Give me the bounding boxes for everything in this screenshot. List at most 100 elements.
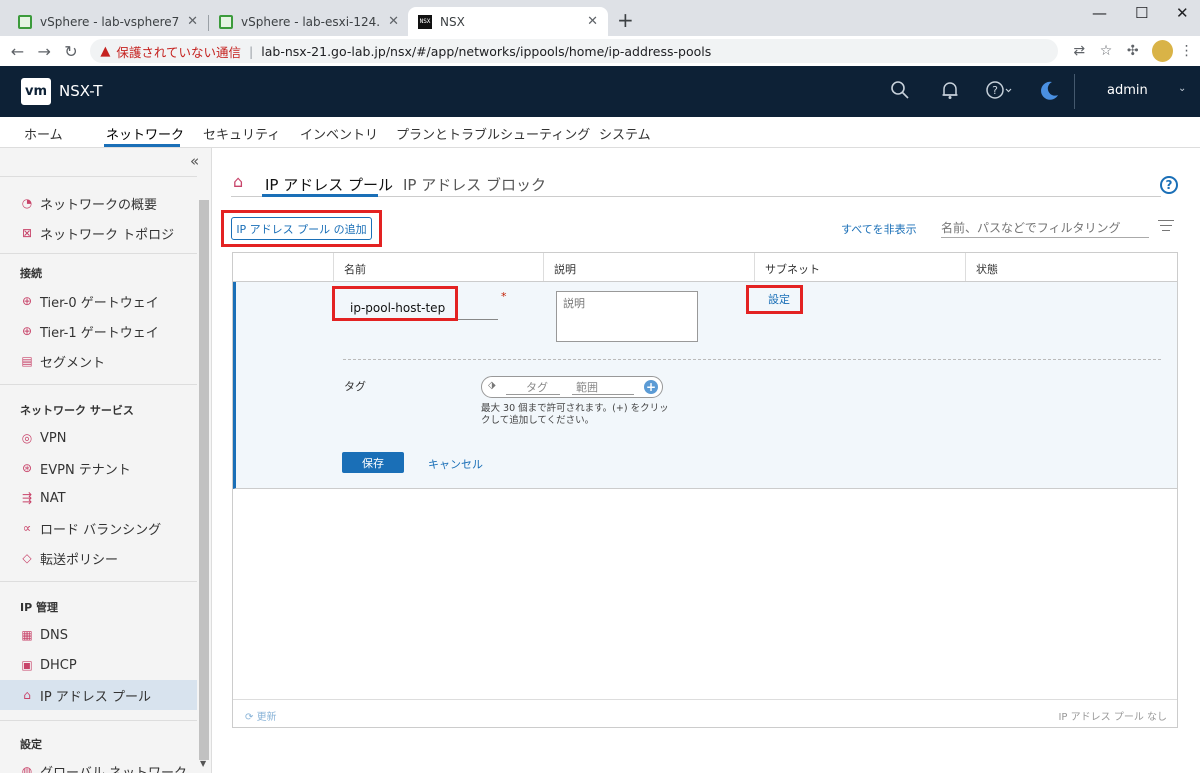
collapse-sidebar-icon[interactable]: « — [190, 152, 199, 170]
sidebar-item-label: Tier-0 ゲートウェイ — [40, 295, 159, 311]
bell-icon[interactable] — [940, 80, 960, 105]
sidebar-divider — [0, 384, 197, 385]
nav-plan-troubleshoot[interactable]: プランとトラブルシューティング — [396, 124, 590, 143]
tag-help-text: 最大 30 個まで許可されます。(+) をクリックして追加してください。 — [481, 403, 669, 426]
search-icon[interactable] — [890, 80, 910, 105]
help-circle-icon[interactable]: ? — [1160, 176, 1178, 194]
sidebar-item-forwarding-policy[interactable]: ◇ 転送ポリシー — [0, 543, 197, 573]
nav-security[interactable]: セキュリティ — [203, 124, 280, 143]
close-icon[interactable]: ✕ — [187, 14, 198, 29]
close-icon[interactable]: ✕ — [388, 14, 399, 29]
save-button[interactable]: 保存 — [342, 452, 404, 473]
refresh-label: 更新 — [256, 712, 277, 723]
sidebar-item-network-overview[interactable]: ◔ ネットワークの概要 — [0, 188, 197, 218]
ip-pool-icon: ⌂ — [23, 688, 31, 702]
sidebar-divider — [0, 176, 197, 177]
dark-mode-moon-icon[interactable] — [1038, 80, 1060, 107]
nsx-favicon-icon: NSX — [418, 14, 432, 29]
highlight-box — [746, 285, 803, 314]
user-menu[interactable]: admin — [1107, 83, 1148, 98]
sidebar-item-global-networking[interactable]: ◍ グローバル ネットワーク — [0, 756, 197, 773]
nav-networking[interactable]: ネットワーク — [106, 124, 184, 143]
chevron-down-icon[interactable]: ⌄ — [1178, 83, 1186, 94]
sidebar-item-load-balancing[interactable]: ∝ ロード バランシング — [0, 513, 197, 543]
sidebar-item-tier0-gateway[interactable]: ⊕ Tier-0 ゲートウェイ — [0, 286, 197, 316]
column-separator — [333, 253, 334, 281]
cancel-button[interactable]: キャンセル — [428, 456, 483, 472]
nav-system[interactable]: システム — [599, 124, 651, 143]
browser-tab-title: vSphere - lab-vsphere70-02-nsxt — [40, 14, 180, 29]
tag-input[interactable]: タグ — [506, 379, 560, 395]
sidebar-item-evpn-tenant[interactable]: ⊛ EVPN テナント — [0, 453, 197, 483]
close-icon[interactable]: ✕ — [587, 14, 598, 29]
sidebar-section-ip-management: IP 管理 — [20, 601, 58, 614]
gateway-icon: ⊕ — [21, 324, 33, 338]
nav-inventory[interactable]: インベントリ — [300, 124, 378, 143]
tag-input-group: ⬗ タグ 範囲 + — [481, 376, 663, 398]
filter-input[interactable] — [941, 218, 1149, 238]
sidebar-section-network-services: ネットワーク サービス — [20, 404, 134, 417]
minimize-button[interactable]: — — [1092, 4, 1107, 22]
column-header-status[interactable]: 状態 — [976, 261, 998, 277]
column-header-name[interactable]: 名前 — [344, 261, 366, 277]
sidebar-scrollbar[interactable] — [199, 200, 209, 760]
security-indicator[interactable]: 保護されていない通信 — [116, 42, 241, 61]
vmware-logo: vm — [21, 78, 51, 105]
extensions-icon[interactable]: ✣ — [1119, 43, 1146, 59]
translate-icon[interactable]: ⇄ — [1066, 43, 1093, 59]
sidebar-item-segments[interactable]: ▤ セグメント — [0, 346, 197, 376]
svg-text:?: ? — [992, 84, 998, 97]
dns-icon: ▦ — [21, 628, 33, 642]
dhcp-icon: ▣ — [21, 658, 33, 672]
menu-kebab-icon[interactable]: ⋮ — [1173, 43, 1200, 59]
column-separator — [965, 253, 966, 281]
tab-ip-address-pools[interactable]: IP アドレス プール — [265, 174, 393, 195]
browser-tab-title: vSphere - lab-esxi-124.go-lab.jp — [241, 14, 381, 29]
refresh-button[interactable]: ⟳ 更新 — [245, 708, 277, 723]
browser-tab-vsphere-2[interactable]: vSphere - lab-esxi-124.go-lab.jp ✕ — [209, 7, 409, 36]
vsphere-favicon-icon — [219, 14, 233, 29]
address-bar[interactable]: ▲ 保護されていない通信 | lab-nsx-21.go-lab.jp/nsx/… — [90, 39, 1058, 63]
profile-avatar[interactable] — [1152, 40, 1174, 62]
sidebar-item-label: DNS — [40, 627, 68, 643]
browser-tab-title: NSX — [440, 14, 465, 29]
description-input[interactable] — [556, 291, 698, 342]
sidebar-item-network-topology[interactable]: ⊠ ネットワーク トポロジ — [0, 218, 197, 248]
help-icon[interactable]: ? — [986, 80, 1014, 105]
nav-home[interactable]: ホーム — [24, 124, 63, 143]
browser-tab-strip: vSphere - lab-vsphere70-02-nsxt ✕ vSpher… — [0, 0, 1200, 36]
globe-icon: ◍ — [21, 764, 33, 773]
tab-ip-address-blocks[interactable]: IP アドレス ブロック — [403, 174, 546, 195]
new-tab-button[interactable]: + — [617, 10, 634, 30]
browser-tab-nsx[interactable]: NSX NSX ✕ — [408, 7, 608, 36]
topology-icon: ⊠ — [21, 226, 33, 240]
sidebar-item-vpn[interactable]: ◎ VPN — [0, 423, 197, 453]
window-close-button[interactable]: ✕ — [1176, 4, 1189, 22]
forward-arrow-icon[interactable]: → — [31, 42, 58, 61]
sidebar-item-nat[interactable]: ⇶ NAT — [0, 483, 197, 513]
dashed-divider — [343, 359, 1161, 360]
browser-toolbar: ← → ↻ ▲ 保護されていない通信 | lab-nsx-21.go-lab.j… — [0, 36, 1200, 66]
column-header-subnet[interactable]: サブネット — [765, 261, 820, 277]
add-tag-plus-icon[interactable]: + — [644, 380, 658, 394]
main-navigation: ホーム ネットワーク セキュリティ インベントリ プランとトラブルシューティング… — [0, 117, 1200, 148]
browser-tab-vsphere-1[interactable]: vSphere - lab-vsphere70-02-nsxt ✕ — [8, 7, 208, 36]
column-filter-icon[interactable] — [1158, 220, 1174, 232]
sidebar-item-dhcp[interactable]: ▣ DHCP — [0, 650, 197, 680]
segment-icon: ▤ — [21, 354, 33, 368]
sidebar-item-tier1-gateway[interactable]: ⊕ Tier-1 ゲートウェイ — [0, 316, 197, 346]
sidebar-item-ip-address-pools[interactable]: ⌂ IP アドレス プール — [0, 680, 197, 710]
reload-icon[interactable]: ↻ — [58, 42, 85, 61]
maximize-button[interactable]: ☐ — [1135, 4, 1148, 22]
back-arrow-icon[interactable]: ← — [4, 42, 31, 61]
evpn-icon: ⊛ — [21, 461, 33, 475]
bookmark-star-icon[interactable]: ☆ — [1093, 43, 1120, 59]
sidebar-item-dns[interactable]: ▦ DNS — [0, 620, 197, 650]
scope-input[interactable]: 範囲 — [572, 379, 634, 395]
column-header-description[interactable]: 説明 — [554, 261, 576, 277]
url-text: lab-nsx-21.go-lab.jp/nsx/#/app/networks/… — [261, 43, 712, 59]
grid-empty-status: IP アドレス プール なし — [1058, 712, 1167, 723]
collapse-all-link[interactable]: すべてを非表示 — [841, 221, 917, 237]
product-name: NSX-T — [59, 82, 103, 100]
scroll-down-arrow-icon[interactable]: ▼ — [200, 759, 206, 768]
